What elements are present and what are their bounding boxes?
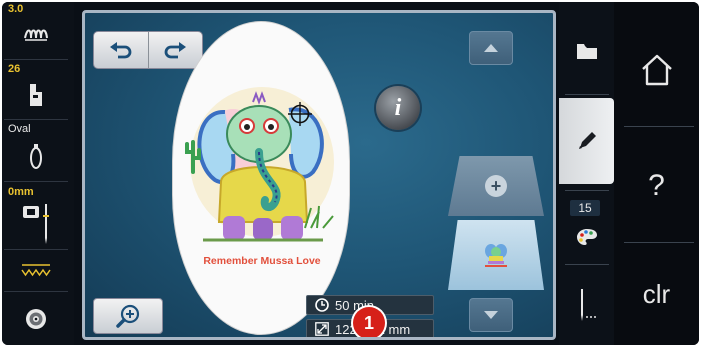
hoop-name: Oval — [8, 123, 31, 135]
hoop-icon — [4, 144, 68, 175]
folder-icon — [576, 44, 597, 59]
undo-button[interactable] — [94, 32, 148, 68]
design-layer-thumbnail[interactable] — [448, 220, 544, 290]
stitch-length-icon — [4, 24, 68, 47]
scroll-up-button[interactable] — [469, 31, 513, 65]
tab-divider — [565, 190, 609, 191]
design-size-icon — [313, 321, 331, 337]
tab-colors[interactable]: 15 — [559, 194, 614, 258]
scroll-down-button[interactable] — [469, 298, 513, 332]
tab-divider — [565, 94, 609, 95]
clear-button[interactable]: clr — [614, 246, 699, 342]
stitch-length-status[interactable]: 3.0 — [4, 2, 68, 60]
design-thumbnail-icon — [485, 244, 507, 267]
zoom-button[interactable] — [93, 298, 163, 334]
tab-stitch-out[interactable] — [559, 270, 614, 340]
needle-status[interactable]: 26 — [4, 62, 68, 120]
status-column: 3.0 26 Oval 0mm — [2, 2, 74, 345]
design-caption: Remember Mussa Love — [203, 255, 320, 267]
bobbin-status[interactable] — [4, 294, 68, 344]
tab-edit[interactable] — [559, 98, 614, 184]
needle-plate-icon — [4, 204, 68, 249]
stitch-length-value: 3.0 — [8, 3, 24, 15]
clock-icon — [313, 297, 331, 313]
bobbin-icon — [4, 308, 68, 335]
help-button[interactable]: ? — [614, 130, 699, 242]
pencil-icon — [578, 132, 596, 149]
palette-icon — [576, 229, 597, 245]
zigzag-icon — [4, 262, 68, 283]
clear-label: clr — [642, 278, 671, 309]
system-buttons: ? clr — [614, 2, 699, 345]
tab-selection[interactable] — [559, 12, 614, 90]
elephant-design[interactable]: Remember Mussa Love — [173, 22, 350, 335]
presser-foot-icon — [4, 84, 68, 111]
triangle-down-icon — [484, 311, 498, 319]
undo-redo-group — [93, 31, 203, 69]
embroidery-canvas: Remember Mussa Love i + 50 min. mm 1 — [82, 10, 556, 340]
needle-position-value: 0mm — [8, 186, 34, 198]
plus-icon: + — [485, 175, 507, 197]
info-button[interactable]: i — [376, 86, 420, 130]
machine-screen: 3.0 26 Oval 0mm Remember Mussa Love i + … — [2, 2, 699, 345]
needle-count-value: 26 — [8, 63, 21, 75]
home-button[interactable] — [614, 22, 699, 118]
function-tabs: 15 — [559, 2, 614, 345]
hoop-area[interactable]: Remember Mussa Love — [172, 21, 350, 335]
undo-icon — [109, 42, 132, 59]
system-divider — [624, 242, 694, 243]
hoop-center-crosshair-icon[interactable] — [288, 102, 312, 126]
triangle-up-icon — [484, 44, 498, 52]
zoom-in-icon — [116, 304, 140, 328]
help-label: ? — [648, 169, 665, 202]
needle-stitch-icon — [580, 289, 596, 321]
info-icon: i — [394, 94, 402, 121]
home-icon — [641, 54, 672, 86]
needle-position-status[interactable]: 0mm — [4, 184, 68, 250]
zigzag-status[interactable] — [4, 252, 68, 292]
redo-button[interactable] — [147, 32, 203, 68]
callout-marker: 1 — [353, 307, 385, 337]
redo-icon — [164, 42, 187, 59]
add-layer-button[interactable]: + — [448, 156, 544, 216]
system-divider — [624, 126, 694, 127]
tab-divider — [565, 264, 609, 265]
color-count-badge: 15 — [570, 200, 600, 216]
hoop-status[interactable]: Oval — [4, 122, 68, 182]
